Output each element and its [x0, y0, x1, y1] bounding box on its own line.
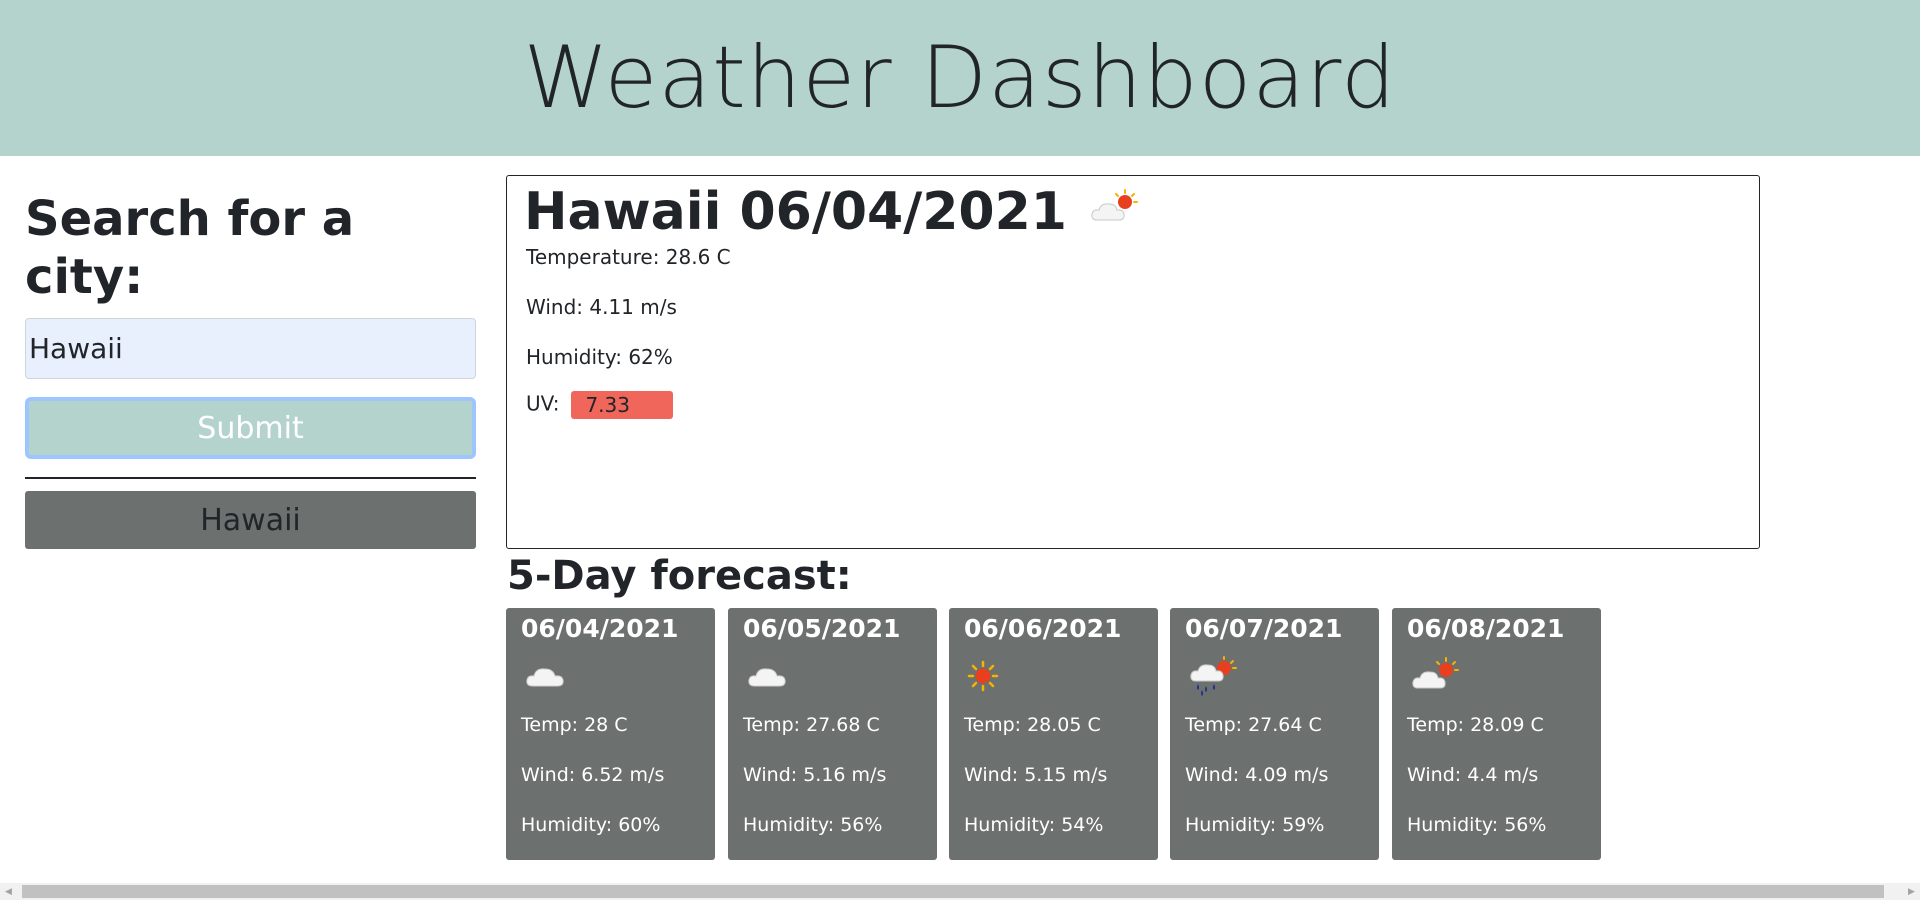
current-temperature: Temperature: 28.6 C — [526, 245, 731, 269]
few-clouds-day-icon — [1091, 189, 1138, 221]
sun-icon — [967, 660, 999, 692]
history-city-button[interactable]: Hawaii — [25, 491, 476, 549]
forecast-title: 5-Day forecast: — [507, 553, 852, 599]
forecast-wind: Wind: 4.4 m/s — [1407, 764, 1539, 786]
forecast-wind: Wind: 4.09 m/s — [1185, 764, 1329, 786]
page-header: Weather Dashboard — [0, 0, 1920, 156]
uv-label: UV: — [526, 391, 560, 416]
forecast-humidity: Humidity: 56% — [1407, 814, 1547, 836]
forecast-temp: Temp: 28 C — [521, 714, 628, 736]
forecast-card: 06/05/2021 Temp: 27.68 C Wind: 5.16 m/s … — [728, 608, 937, 860]
forecast-date: 06/06/2021 — [964, 614, 1122, 643]
search-heading: Search for a city: — [25, 191, 355, 305]
city-search-input[interactable] — [25, 318, 476, 379]
few-clouds-day-icon — [1412, 657, 1459, 689]
scrollbar-thumb[interactable] — [22, 885, 1884, 898]
scroll-right-arrow-icon[interactable]: ▶ — [1903, 883, 1920, 900]
current-weather-header: Hawaii 06/04/2021 — [524, 178, 1139, 246]
forecast-wind: Wind: 5.16 m/s — [743, 764, 887, 786]
forecast-card: 06/04/2021 Temp: 28 C Wind: 6.52 m/s Hum… — [506, 608, 715, 860]
page-title: Weather Dashboard — [523, 28, 1397, 128]
forecast-card: 06/06/2021 Temp: 28.05 C Wind: 5.15 m/s … — [949, 608, 1158, 860]
forecast-temp: Temp: 27.68 C — [743, 714, 880, 736]
forecast-temp: Temp: 28.09 C — [1407, 714, 1544, 736]
rain-sun-icon — [1190, 656, 1237, 696]
current-uv: UV: 7.33 — [526, 391, 674, 419]
forecast-humidity: Humidity: 54% — [964, 814, 1104, 836]
horizontal-scrollbar[interactable]: ◀ ▶ — [0, 883, 1920, 900]
forecast-humidity: Humidity: 56% — [743, 814, 883, 836]
divider — [25, 477, 476, 479]
current-weather-card: Hawaii 06/04/2021 Temperature: 28.6 C Wi… — [506, 175, 1760, 549]
search-panel: Search for a city: Submit Hawaii — [25, 190, 476, 549]
forecast-humidity: Humidity: 59% — [1185, 814, 1325, 836]
forecast-date: 06/07/2021 — [1185, 614, 1343, 643]
scroll-left-arrow-icon[interactable]: ◀ — [0, 883, 17, 900]
forecast-wind: Wind: 6.52 m/s — [521, 764, 665, 786]
forecast-wind: Wind: 5.15 m/s — [964, 764, 1108, 786]
current-wind: Wind: 4.11 m/s — [526, 295, 677, 319]
forecast-temp: Temp: 28.05 C — [964, 714, 1101, 736]
cloud-icon — [526, 668, 564, 687]
forecast-temp: Temp: 27.64 C — [1185, 714, 1322, 736]
current-city-date: Hawaii 06/04/2021 — [524, 182, 1067, 242]
cloud-icon — [748, 668, 786, 687]
forecast-card: 06/08/2021 Temp: 28.09 C Wind: 4.4 m/s H… — [1392, 608, 1601, 860]
forecast-date: 06/05/2021 — [743, 614, 901, 643]
submit-button[interactable]: Submit — [25, 397, 476, 459]
forecast-date: 06/08/2021 — [1407, 614, 1565, 643]
current-humidity: Humidity: 62% — [526, 345, 673, 369]
forecast-card: 06/07/2021 Temp: 27.64 C Wind: 4.09 m/s … — [1170, 608, 1379, 860]
forecast-date: 06/04/2021 — [521, 614, 679, 643]
uv-badge: 7.33 — [571, 391, 674, 419]
forecast-humidity: Humidity: 60% — [521, 814, 661, 836]
